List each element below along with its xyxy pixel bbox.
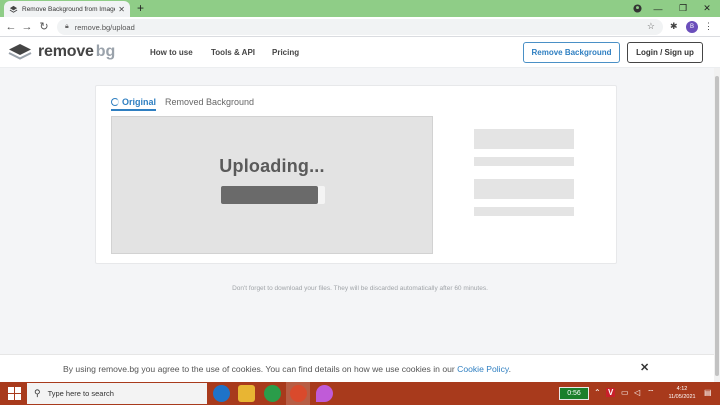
wifi-tray-icon[interactable]: ⌔ [647,388,655,398]
remove-background-button[interactable]: Remove Background [523,42,620,63]
address-bar: ← → ↻ 🔒︎ remove.bg/upload ☆ ✱ B ⋮ [0,17,720,37]
cookie-message: By using remove.bg you agree to the use … [63,364,458,374]
browser-tab[interactable]: Remove Background from Image ✕ [4,1,130,17]
cookie-text: By using remove.bg you agree to the use … [63,364,511,374]
removebg-favicon-icon [9,5,18,14]
login-signup-button[interactable]: Login / Sign up [627,42,703,63]
file-explorer-icon[interactable] [238,385,255,402]
upload-card: Original Removed Background Uploading... [95,85,617,264]
skeleton-placeholder [474,129,574,149]
upload-status-text: Uploading... [219,156,325,176]
window-close-icon[interactable]: ✕ [694,0,720,17]
minimize-icon[interactable]: — [645,0,671,17]
taskbar-search-input[interactable]: ⚲ Type here to search [27,383,207,404]
new-tab-icon[interactable]: + [137,1,144,15]
logo-text-remove: remove [38,43,94,60]
windows-start-icon[interactable] [8,387,21,400]
forward-icon[interactable]: → [20,20,34,34]
cookie-close-icon[interactable]: ✕ [640,361,649,374]
logo-layers-icon [8,44,32,60]
taskbar-clock[interactable]: 4:12 11/05/2021 [664,385,700,401]
result-tabs: Original Removed Background [111,97,254,111]
bookmark-star-icon[interactable]: ☆ [647,21,655,32]
app-icon[interactable] [316,385,333,402]
tray-chevron-up-icon[interactable]: ⌃ [594,388,601,397]
clock-date: 11/05/2021 [668,394,696,400]
profile-avatar[interactable]: B [686,21,698,33]
nav-tools-api[interactable]: Tools & API [211,48,255,57]
skeleton-placeholder [474,179,574,199]
network-tray-icon[interactable]: ▭ [621,388,629,397]
cookie-policy-link[interactable]: Cookie Policy [457,364,508,374]
page-scrollbar[interactable] [714,68,720,382]
battery-indicator[interactable]: 0:56 [559,387,589,400]
cookie-banner: By using remove.bg you agree to the use … [0,354,714,382]
loading-spinner-icon [111,98,119,106]
chrome-active-app-icon[interactable] [290,385,307,402]
url-field[interactable]: 🔒︎ remove.bg/upload ☆ [57,19,663,35]
extensions-puzzle-icon[interactable]: ✱ [670,21,678,32]
windows-taskbar: ⚲ Type here to search 0:56 ⌃ V ▭ ◁ ⌔ 4:1… [0,382,720,405]
upload-progress-bar [221,186,325,204]
removebg-logo[interactable]: remove bg [8,43,115,61]
reload-icon[interactable]: ↻ [37,20,51,34]
tab-original[interactable]: Original [111,97,157,111]
search-placeholder: Type here to search [47,389,114,398]
nav-how-to-use[interactable]: How to use [150,48,193,57]
lock-icon: 🔒︎ [65,23,69,30]
cookie-suffix: . [508,364,511,374]
site-header: remove bg How to use Tools & API Pricing… [0,37,720,68]
tab-removed-background[interactable]: Removed Background [165,97,254,111]
clock-time: 4:12 [676,386,688,392]
skeleton-placeholder [474,207,574,216]
restore-icon[interactable]: ❐ [670,0,696,17]
url-text: remove.bg/upload [74,22,135,32]
upload-progress-fill [221,186,318,204]
chrome-menu-icon[interactable]: ⋮ [704,21,713,32]
notifications-icon[interactable]: ▤ [704,388,712,397]
edge-icon[interactable] [213,385,230,402]
browser-tab-strip: Remove Background from Image ✕ + — ❐ ✕ [0,0,720,17]
tab-original-label: Original [122,97,157,107]
nav-pricing[interactable]: Pricing [272,48,299,57]
back-icon[interactable]: ← [4,20,18,34]
search-icon: ⚲ [34,388,41,398]
tab-close-icon[interactable]: ✕ [118,5,125,14]
chrome-app-icon[interactable] [264,385,281,402]
download-notice: Don't forget to download your files. The… [232,285,488,292]
skeleton-placeholder [474,157,574,166]
volume-tray-icon[interactable]: ◁ [634,388,640,397]
logo-text-bg: bg [95,43,116,60]
antivirus-tray-icon[interactable]: V [606,388,616,397]
browser-tab-title: Remove Background from Image [22,5,116,13]
scrollbar-thumb[interactable] [715,76,719,376]
image-preview-area: Uploading... [111,116,433,254]
